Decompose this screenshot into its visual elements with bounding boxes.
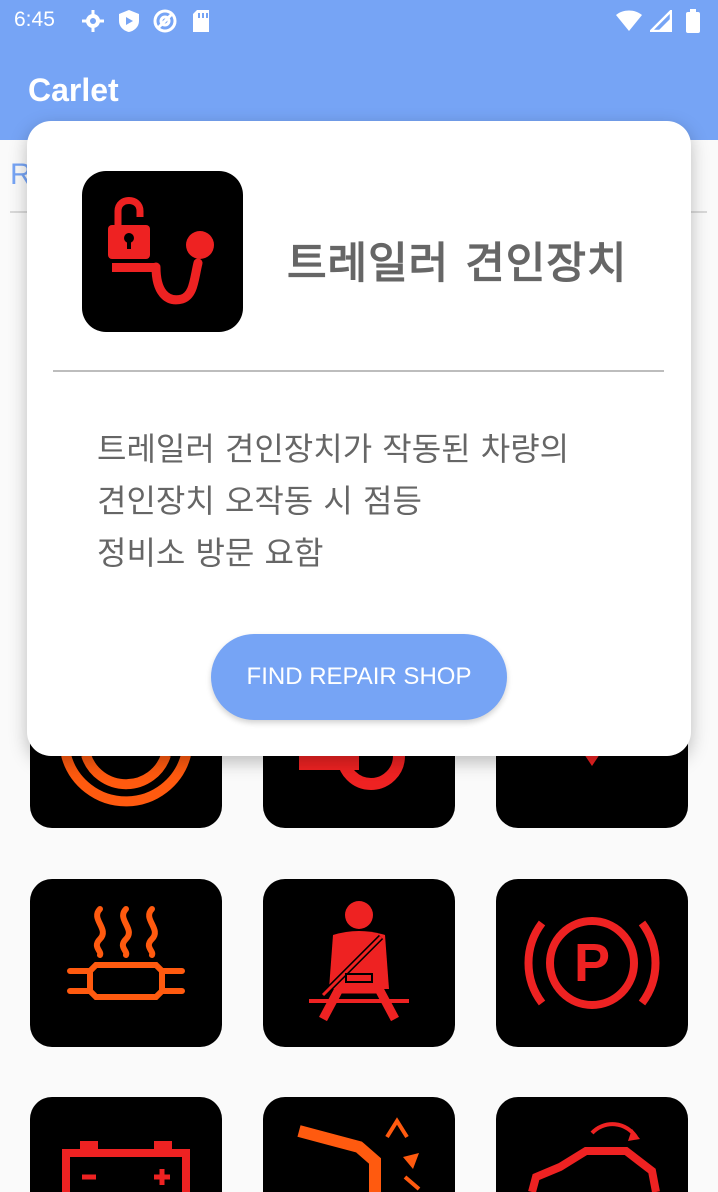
dialog-title: 트레일러 견인장치 bbox=[287, 239, 628, 289]
description-line: 견인장치 오작동 시 점등 bbox=[97, 482, 422, 520]
dialog-divider bbox=[53, 370, 664, 372]
warning-detail-dialog: 트레일러 견인장치 트레일러 견인장치가 작동된 차량의 견인장치 오작동 시 … bbox=[27, 121, 691, 756]
description-line: 트레일러 견인장치가 작동된 차량의 bbox=[97, 430, 570, 468]
description-line: 정비소 방문 요함 bbox=[97, 534, 324, 572]
find-repair-shop-button[interactable]: FIND REPAIR SHOP bbox=[211, 634, 507, 720]
trailer-hitch-lock-icon bbox=[82, 171, 243, 332]
dialog-description: 트레일러 견인장치가 작동된 차량의 견인장치 오작동 시 점등 정비소 방문 … bbox=[97, 423, 657, 579]
